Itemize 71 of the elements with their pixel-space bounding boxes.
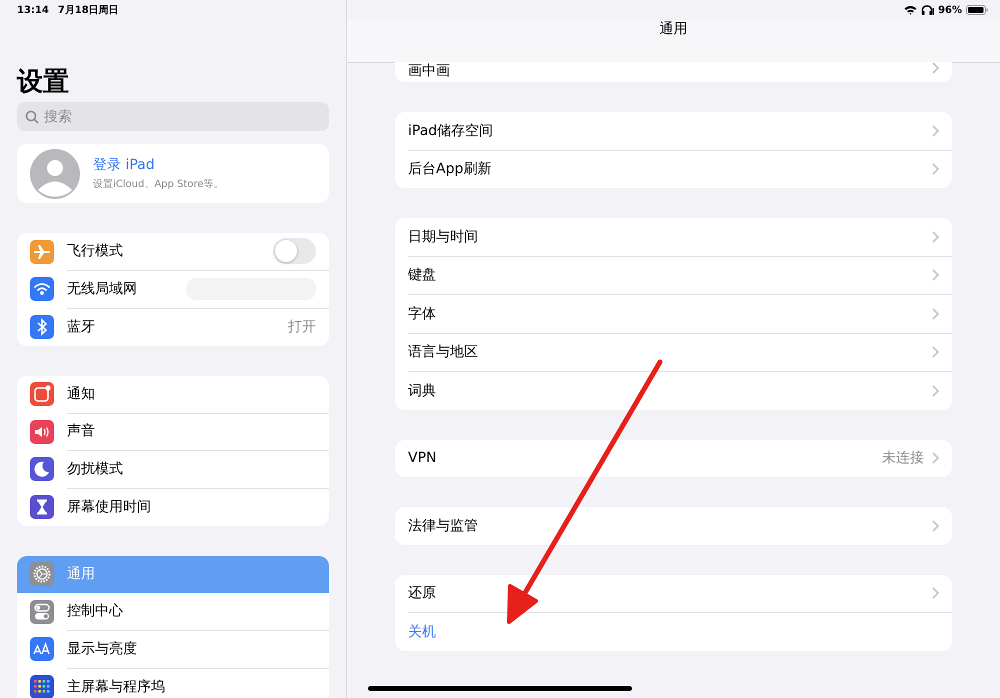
chevron-icon (932, 520, 939, 532)
profile-card[interactable]: 登录 iPad 设置iCloud、App Store等。 (17, 144, 329, 203)
row-label: iPad储存空间 (408, 122, 494, 140)
sidebar-item[interactable]: 控制中心 (17, 593, 329, 630)
status-time: 13:14 (17, 4, 49, 16)
settings-row[interactable]: 关机 (408, 613, 952, 650)
chevron-icon (932, 452, 939, 464)
item-value: 打开 (288, 318, 316, 336)
item-label: 显示与亮度 (67, 640, 137, 658)
item-label: 主屏幕与程序坞 (67, 678, 165, 696)
item-label: 屏幕使用时间 (67, 498, 151, 516)
sidebar-item[interactable]: 屏幕使用时间 (17, 488, 329, 526)
profile-name: 登录 iPad (93, 156, 156, 174)
chevron-icon (932, 384, 939, 397)
row-label: 法律与监管 (408, 516, 479, 535)
sidebar-item[interactable]: 蓝牙 打开 (17, 308, 329, 346)
item-label: 声音 (67, 422, 95, 440)
chevron-icon (932, 230, 939, 243)
row-label: VPN (408, 450, 438, 466)
sidebar-title: 设置 (17, 66, 70, 99)
chevron-icon (932, 62, 939, 74)
settings-row[interactable]: 词典 (408, 372, 952, 410)
row-label: 日期与时间 (408, 228, 479, 246)
item-label: 通用 (67, 565, 95, 584)
chevron-icon (932, 587, 939, 600)
settings-row[interactable]: 法律与监管 (408, 507, 952, 544)
settings-row[interactable]: 语言与地区 (408, 334, 952, 372)
item-label: 无线局域网 (67, 280, 137, 298)
chevron-icon (932, 269, 939, 282)
row-label: 语言与地区 (408, 343, 479, 362)
chevron-icon (932, 346, 939, 358)
row-value: 未连接 (882, 449, 924, 468)
item-label: 通知 (67, 384, 95, 403)
row-label: 键盘 (408, 266, 437, 284)
chevron-icon (932, 163, 939, 176)
item-label: 蓝牙 (67, 318, 95, 336)
item-label: 勿扰模式 (67, 460, 123, 478)
sidebar-item[interactable]: 通知 (17, 376, 329, 413)
sidebar-item[interactable]: 飞行模式 (17, 233, 329, 270)
item-label: 控制中心 (67, 602, 123, 620)
battery-percent: 96% (938, 4, 962, 16)
row-label: 还原 (408, 584, 437, 602)
row-label: 画中画 (408, 62, 451, 80)
item-label: 飞行模式 (67, 242, 123, 260)
row-label: 后台App刷新 (408, 160, 492, 178)
sidebar-item[interactable]: 无线局域网 (17, 270, 329, 308)
settings-row[interactable]: 键盘 (408, 256, 952, 295)
settings-row[interactable]: 字体 (408, 295, 952, 334)
profile-subtitle: 设置iCloud、App Store等。 (93, 178, 224, 191)
row-label: 字体 (408, 304, 437, 323)
row-label: 词典 (408, 382, 437, 400)
sidebar-item[interactable]: 主屏幕与程序坞 (17, 668, 329, 698)
sidebar-item[interactable]: 勿扰模式 (17, 450, 329, 488)
settings-row[interactable]: 画中画 (408, 62, 952, 82)
wifi-icon (904, 5, 918, 15)
page-title: 通用 (660, 20, 688, 38)
chevron-icon (932, 124, 939, 137)
battery-icon (966, 5, 988, 15)
status-date: 7月18日周日 (58, 4, 119, 17)
toggle-switch[interactable] (273, 238, 316, 264)
sidebar-item[interactable]: 声音 (17, 413, 329, 450)
settings-row[interactable]: 日期与时间 (408, 218, 952, 256)
row-label: 关机 (408, 622, 437, 641)
chevron-icon (932, 308, 939, 320)
settings-row[interactable]: iPad储存空间 (408, 112, 952, 150)
headphones-icon (921, 5, 934, 15)
settings-row[interactable]: 后台App刷新 (408, 150, 952, 188)
sidebar-item[interactable]: 显示与亮度 (17, 630, 329, 668)
search-field[interactable]: 搜索 (17, 102, 329, 131)
settings-row[interactable]: VPN 未连接 (408, 440, 952, 477)
avatar-icon (30, 148, 80, 198)
